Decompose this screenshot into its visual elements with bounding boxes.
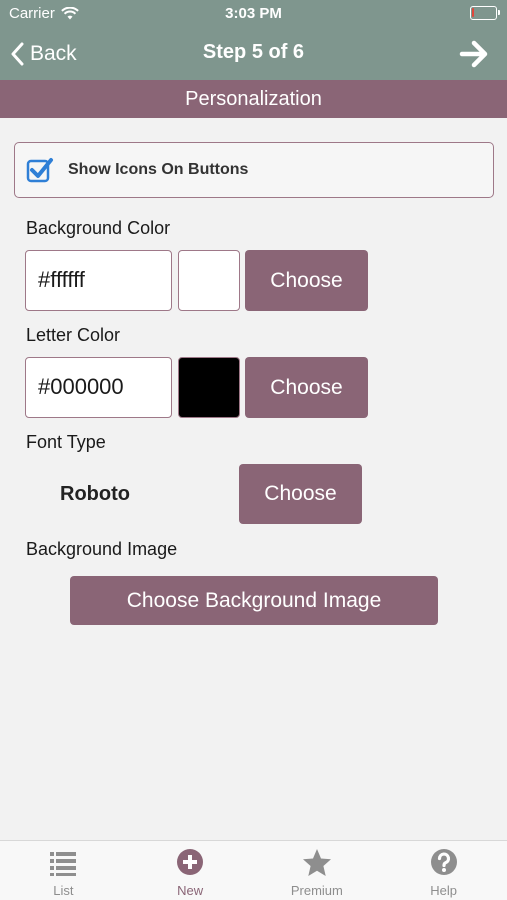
help-icon	[430, 849, 457, 875]
font-type-choose-button[interactable]: Choose	[239, 464, 362, 524]
tab-help-label: Help	[430, 883, 457, 898]
tab-premium-label: Premium	[290, 883, 343, 898]
tab-list[interactable]: List	[0, 841, 127, 900]
step-title: Step 5 of 6	[202, 41, 305, 63]
show-icons-checkbox-row[interactable]: Show Icons On Buttons	[14, 142, 494, 198]
letter-color-choose-button[interactable]: Choose	[245, 357, 368, 418]
show-icons-label: Show Icons On Buttons	[68, 161, 249, 178]
font-type-label: Font Type	[26, 432, 106, 452]
nav-bar: Back Step 5 of 6	[0, 28, 507, 80]
font-type-value: Roboto	[60, 483, 130, 505]
plus-circle-icon	[177, 849, 204, 875]
tab-bar: List New Premium Help	[0, 840, 507, 900]
choose-background-image-button[interactable]: Choose Background Image	[70, 576, 438, 625]
next-arrow-icon[interactable]	[459, 39, 489, 69]
status-time: 3:03 PM	[225, 5, 282, 22]
background-color-input[interactable]: #ffffff	[25, 250, 172, 311]
battery-icon	[470, 6, 500, 20]
star-icon	[302, 849, 331, 876]
checkbox-checked-icon[interactable]	[26, 156, 54, 184]
list-icon	[50, 852, 77, 876]
status-bar: Carrier 3:03 PM	[0, 0, 507, 28]
battery-level	[472, 8, 474, 17]
tab-list-label: List	[53, 883, 74, 898]
background-color-label: Background Color	[26, 218, 171, 238]
letter-color-input[interactable]: #000000	[25, 357, 172, 418]
background-color-swatch	[178, 250, 240, 311]
tab-new-label: New	[177, 883, 204, 898]
section-header: Personalization	[0, 80, 507, 118]
tab-premium[interactable]: Premium	[254, 841, 381, 900]
background-image-label: Background Image	[26, 539, 178, 559]
background-color-choose-button[interactable]: Choose	[245, 250, 368, 311]
letter-color-label: Letter Color	[26, 325, 121, 345]
tab-help[interactable]: Help	[380, 841, 507, 900]
tab-new[interactable]: New	[127, 841, 254, 900]
letter-color-swatch	[178, 357, 240, 418]
